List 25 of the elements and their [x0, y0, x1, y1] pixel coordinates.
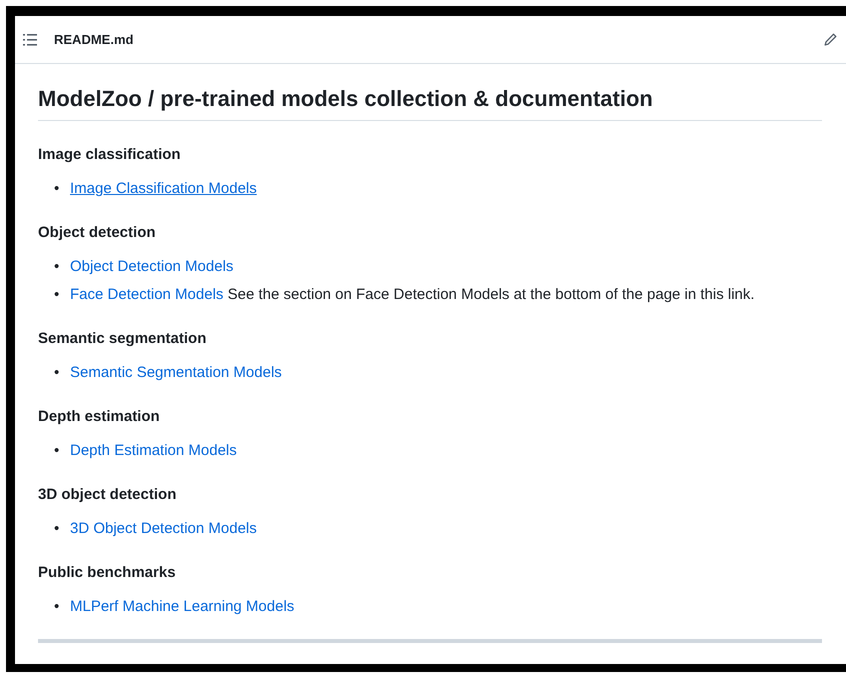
model-link[interactable]: Depth Estimation Models — [70, 441, 237, 461]
list-bullet: • — [54, 441, 60, 461]
model-link[interactable]: 3D Object Detection Models — [70, 519, 257, 539]
model-link[interactable]: Image Classification Models — [70, 179, 257, 199]
model-link[interactable]: Object Detection Models — [70, 257, 234, 277]
list-bullet: • — [54, 519, 60, 539]
model-link[interactable]: MLPerf Machine Learning Models — [70, 597, 294, 617]
pencil-icon[interactable] — [824, 32, 837, 46]
section-heading: Depth estimation — [38, 407, 161, 427]
model-link[interactable]: Semantic Segmentation Models — [70, 363, 282, 383]
model-link[interactable]: Face Detection Models — [70, 285, 224, 305]
link-note: See the section on Face Detection Models at the bottom of the page in this link. — [228, 285, 755, 305]
readme-title: ModelZoo / pre-trained models collection & documentation — [38, 86, 822, 121]
list-bullet: • — [54, 257, 60, 277]
list-bullet: • — [54, 597, 60, 617]
list-bullet: • — [54, 179, 60, 199]
list-bullet: • — [54, 363, 60, 383]
section-heading: Image classification — [38, 145, 182, 165]
list-bullet: • — [54, 285, 60, 305]
file-name: README.md — [54, 32, 134, 47]
section-heading: Object detection — [38, 223, 157, 243]
list-icon[interactable] — [23, 34, 37, 46]
section-heading: 3D object detection — [38, 485, 178, 505]
section-heading: Public benchmarks — [38, 563, 177, 583]
section-heading: Semantic segmentation — [38, 329, 208, 349]
